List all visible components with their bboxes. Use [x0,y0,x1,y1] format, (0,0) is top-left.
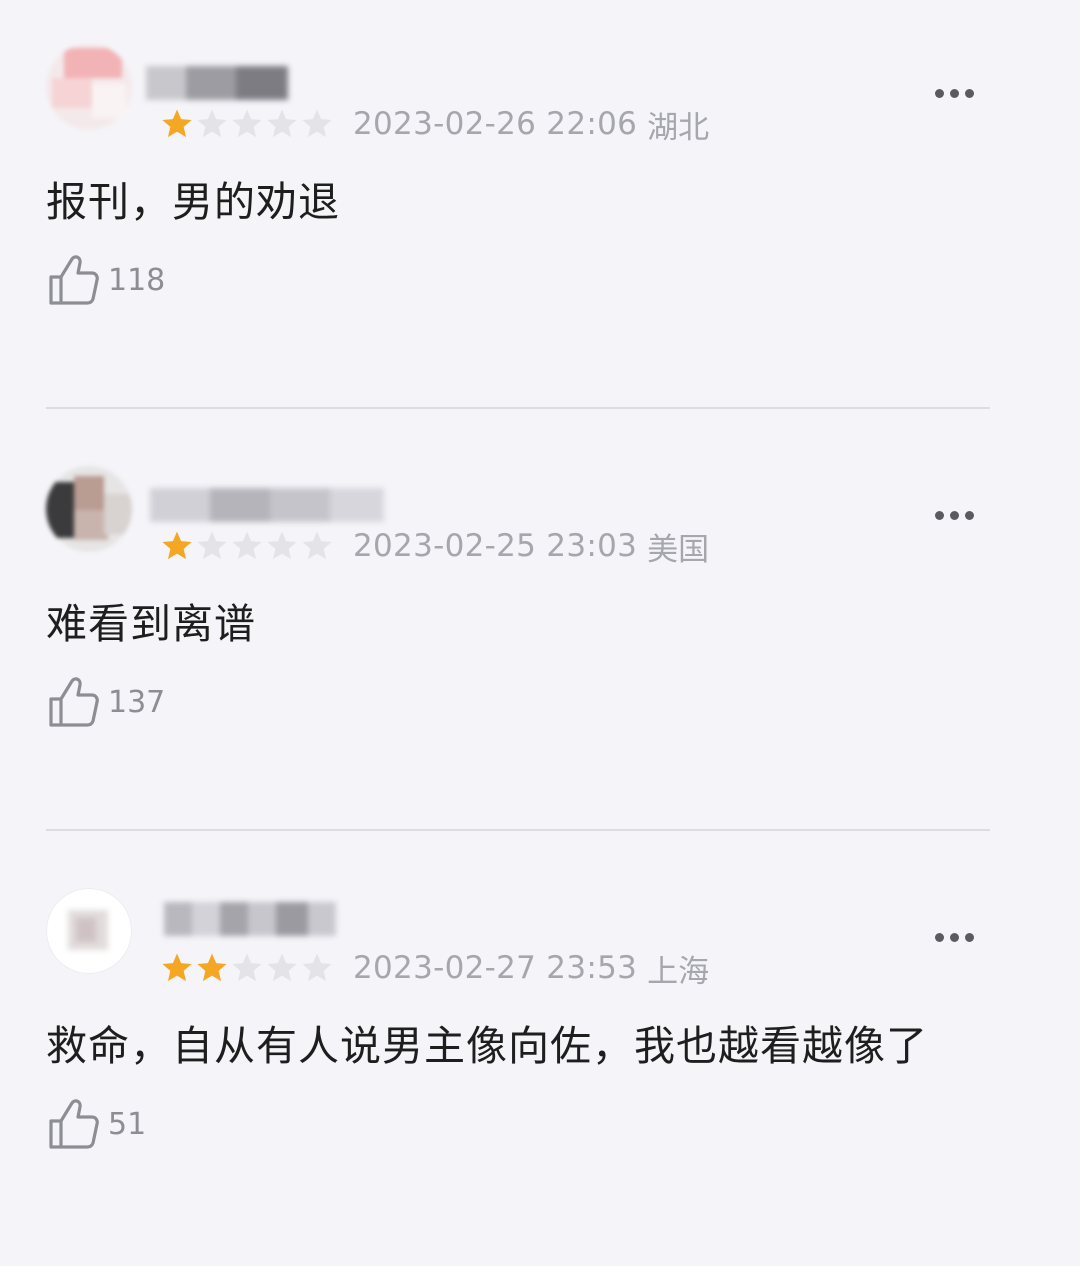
timestamp: 2023-02-26 22:06 [353,106,638,142]
comment-text: 难看到离谱 [46,600,256,648]
star-filled-icon [162,531,192,560]
star-filled-icon [197,953,227,982]
star-filled-icon [162,109,192,138]
comment-text: 报刊，男的劝退 [46,178,340,226]
thumbs-up-icon [49,677,99,727]
more-options-icon [949,932,959,942]
star-empty-icon [267,109,297,138]
star-empty-icon [232,109,262,138]
star-empty-icon [267,953,297,982]
comment-meta: 2023-02-27 23:53 上海 [160,948,710,990]
star-empty-icon [197,531,227,560]
more-options-button[interactable] [922,70,986,116]
like-count: 51 [108,1106,147,1142]
like-button[interactable]: 137 [46,672,165,732]
more-options-icon [964,932,974,942]
star-empty-icon [232,531,262,560]
more-options-icon [934,88,944,98]
timestamp: 2023-02-27 23:53 [353,950,638,986]
comment-item: 2023-02-27 23:53 上海 救命，自从有人说男主像向佐，我也越看越像… [0,844,1080,1266]
star-filled-icon [162,953,192,982]
like-count: 137 [108,684,166,720]
username-blurred[interactable] [150,488,384,522]
star-empty-icon [302,953,332,982]
star-empty-icon [267,531,297,560]
like-count: 118 [108,262,166,298]
location: 湖北 [647,109,710,146]
star-rating [160,951,335,985]
more-options-button[interactable] [922,914,986,960]
star-empty-icon [232,953,262,982]
comment-item: 2023-02-25 23:03 美国 难看到离谱 137 [0,422,1080,844]
star-rating [160,107,335,141]
more-options-icon [934,932,944,942]
comment-meta: 2023-02-26 22:06 湖北 [160,104,710,146]
comment-text: 救命，自从有人说男主像向佐，我也越看越像了 [46,1022,928,1070]
more-options-button[interactable] [922,492,986,538]
comment-meta: 2023-02-25 23:03 美国 [160,526,710,568]
star-empty-icon [197,109,227,138]
thumbs-up-icon [49,1099,99,1149]
thumbs-up-icon [49,255,99,305]
more-options-icon [949,510,959,520]
comment-item: 2023-02-26 22:06 湖北 报刊，男的劝退 118 [0,0,1080,422]
username-blurred[interactable] [146,66,288,100]
more-options-icon [934,510,944,520]
divider [46,829,990,831]
star-empty-icon [302,109,332,138]
star-empty-icon [302,531,332,560]
more-options-icon [964,88,974,98]
avatar[interactable] [46,466,132,552]
more-options-icon [949,88,959,98]
avatar[interactable] [46,888,132,974]
like-button[interactable]: 118 [46,250,165,310]
more-options-icon [964,510,974,520]
timestamp: 2023-02-25 23:03 [353,528,638,564]
location: 上海 [647,953,710,990]
avatar[interactable] [46,44,132,130]
location: 美国 [647,531,710,568]
like-button[interactable]: 51 [46,1094,146,1154]
divider [46,407,990,409]
star-rating [160,529,335,563]
username-blurred[interactable] [164,902,336,936]
